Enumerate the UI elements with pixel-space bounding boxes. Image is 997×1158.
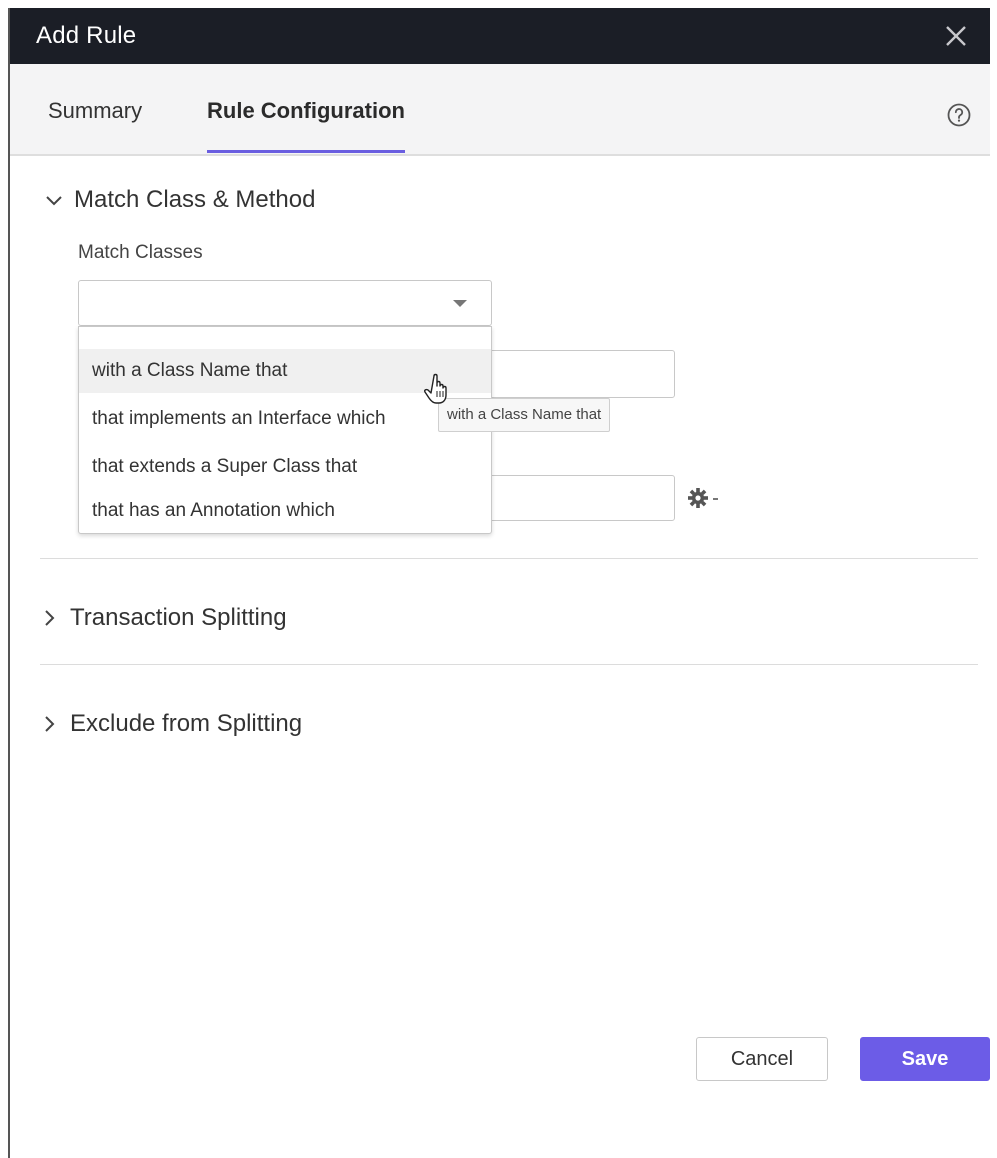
section-label: Match Class & Method [74, 186, 316, 213]
help-circle-icon[interactable] [946, 102, 972, 128]
method-name-value-input[interactable] [480, 475, 675, 521]
match-classes-dropdown-menu: with a Class Name that that implements a… [78, 326, 492, 534]
section-exclude-from-splitting[interactable]: Exclude from Splitting [38, 710, 302, 738]
menu-item-extends-super-class[interactable]: that extends a Super Class that [79, 445, 491, 489]
cancel-button[interactable]: Cancel [696, 1037, 828, 1081]
chevron-down-icon [42, 188, 66, 212]
section-label: Transaction Splitting [70, 604, 287, 631]
tab-bar: Summary Rule Configuration [10, 64, 990, 156]
gear-dropdown-icon[interactable] [686, 484, 730, 512]
caret-down-icon [453, 300, 467, 307]
dialog-title: Add Rule [36, 22, 137, 49]
active-tab-indicator [207, 150, 405, 153]
tab-rule-configuration[interactable]: Rule Configuration [207, 98, 405, 124]
tab-summary[interactable]: Summary [48, 98, 142, 124]
match-classes-label: Match Classes [78, 242, 203, 263]
section-transaction-splitting[interactable]: Transaction Splitting [38, 604, 287, 632]
section-label: Exclude from Splitting [70, 710, 303, 737]
section-divider [40, 558, 978, 559]
chevron-right-icon [38, 606, 62, 630]
class-name-value-input[interactable] [480, 350, 675, 398]
section-match-class-method[interactable]: Match Class & Method [42, 186, 315, 214]
match-classes-select[interactable] [78, 280, 492, 326]
dialog-titlebar: Add Rule [10, 8, 990, 64]
tooltip: with a Class Name that [438, 398, 611, 432]
top-strip [0, 0, 997, 8]
hand-pointer-cursor-icon [424, 372, 454, 406]
close-icon[interactable] [936, 16, 976, 56]
save-button[interactable]: Save [860, 1037, 990, 1081]
chevron-right-icon [38, 712, 62, 736]
section-divider [40, 664, 978, 665]
add-rule-dialog: Add Rule Summary Rule Configuration Matc… [8, 8, 990, 1158]
menu-item-has-annotation[interactable]: that has an Annotation which [79, 489, 491, 533]
